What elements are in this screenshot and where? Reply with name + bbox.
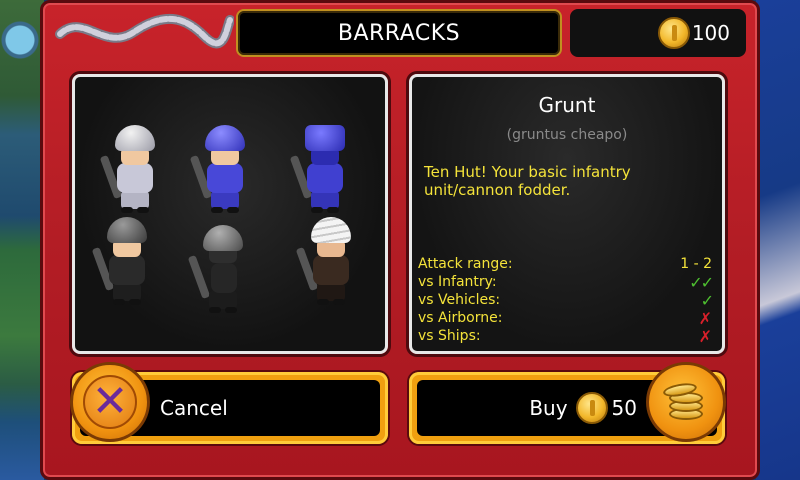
unit-selection-panel xyxy=(72,74,388,354)
cross-icon: ✗ xyxy=(698,308,712,328)
unit-stats: Attack range: 1 - 2 vs Infantry: ✓✓ vs Vehic… xyxy=(418,255,714,346)
unit-blue-bazooka[interactable] xyxy=(189,125,255,215)
unit-description: Ten Hut! Your basic infantry unit/cannon… xyxy=(424,163,631,199)
stat-value: 1 - 2 xyxy=(680,256,712,272)
x-icon: ✕ xyxy=(83,375,137,429)
coin-icon xyxy=(657,17,690,49)
stat-label: vs Infantry: xyxy=(418,274,497,290)
cross-icon: ✗ xyxy=(698,326,712,346)
unit-black-soldier[interactable] xyxy=(91,217,157,307)
stat-row: Attack range: 1 - 2 xyxy=(418,255,712,273)
page-title: BARRACKS xyxy=(236,9,562,57)
unit-info-panel: Grunt (gruntus cheapo) Ten Hut! Your bas… xyxy=(409,74,725,354)
unit-blue-heavy[interactable] xyxy=(289,125,355,215)
stat-row: vs Vehicles: ✓ xyxy=(418,290,714,310)
unit-grey-rifleman[interactable] xyxy=(99,125,165,215)
stat-row: vs Airborne: ✗ xyxy=(418,308,712,328)
coin-count: 100 xyxy=(691,21,730,45)
coin-icon xyxy=(575,392,608,424)
cancel-x-icon[interactable]: ✕ xyxy=(70,362,150,442)
buy-button-label: Buy xyxy=(529,396,568,420)
coin-stack-icon[interactable] xyxy=(646,362,726,442)
stat-label: vs Airborne: xyxy=(418,310,503,326)
coin-balance: 100 xyxy=(570,9,746,57)
rope-decoration xyxy=(55,14,234,49)
check-icon: ✓✓ xyxy=(689,272,714,292)
stat-row: vs Infantry: ✓✓ xyxy=(418,272,714,292)
background-map-right xyxy=(756,0,800,480)
stat-row: vs Ships: ✗ xyxy=(418,326,712,346)
stat-label: vs Ships: xyxy=(418,328,481,344)
unit-latin-name: (gruntus cheapo) xyxy=(506,127,628,143)
cancel-button-label: Cancel xyxy=(160,396,228,420)
buy-price: 50 xyxy=(611,396,637,420)
background-map-left xyxy=(0,0,44,480)
check-icon: ✓ xyxy=(700,290,714,310)
unit-bandana-soldier[interactable] xyxy=(295,217,361,307)
stat-label: vs Vehicles: xyxy=(418,292,501,308)
unit-name: Grunt xyxy=(538,93,596,117)
stat-label: Attack range: xyxy=(418,256,513,272)
coins-icon xyxy=(661,380,711,424)
unit-black-gunner[interactable] xyxy=(187,225,253,315)
